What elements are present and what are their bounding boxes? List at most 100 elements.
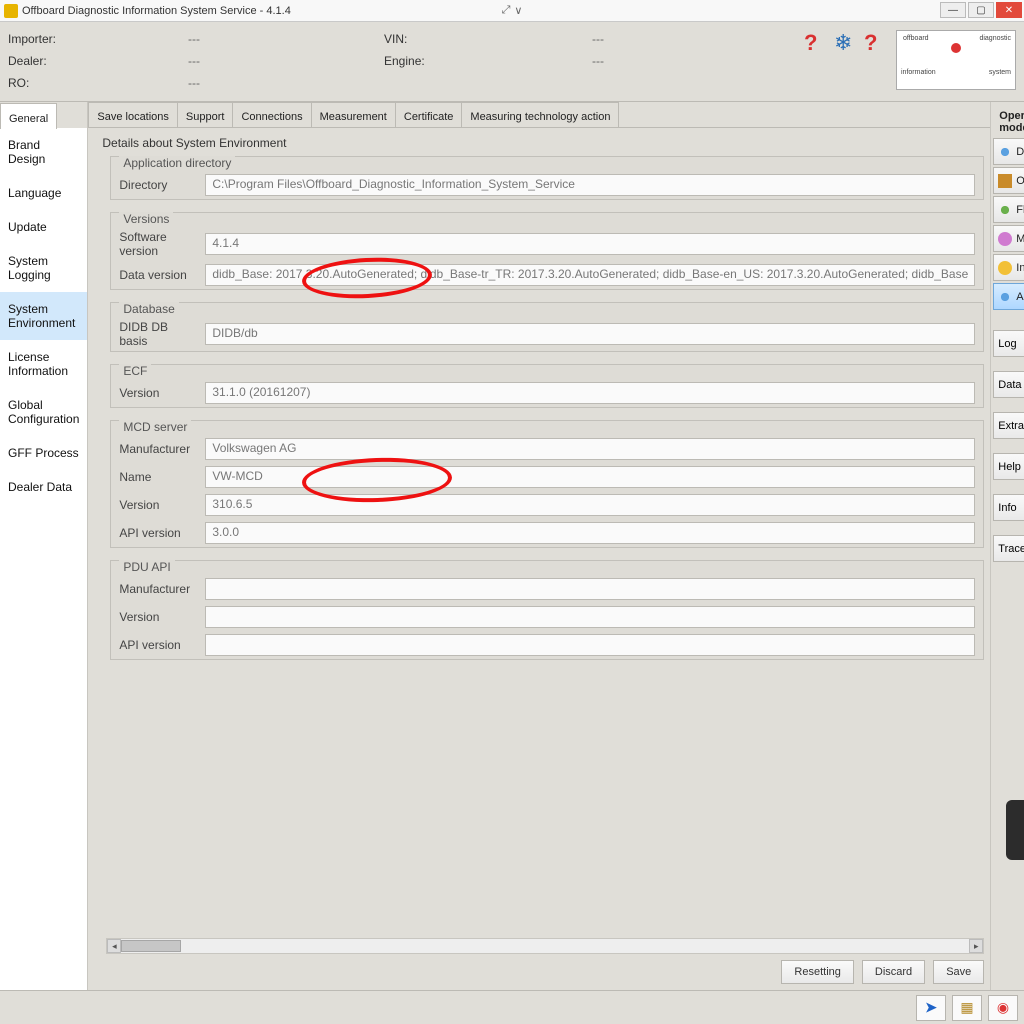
data-version-field: didb_Base: 2017.3.20.AutoGenerated; didb… <box>205 264 975 286</box>
dropdown-trace[interactable]: Trace <box>993 535 1024 562</box>
dropdown-info[interactable]: Info <box>993 494 1024 521</box>
mode-info[interactable]: Info <box>993 254 1024 281</box>
vin-label: VIN: <box>384 32 592 46</box>
sidebar-item-update[interactable]: Update <box>0 210 87 244</box>
importer-value: --- <box>188 32 384 46</box>
chevron-down-icon[interactable]: ∨ <box>514 4 522 17</box>
save-button[interactable]: Save <box>933 960 984 984</box>
operating-modes-title: Operating modes <box>999 110 1024 134</box>
sidebar-item-global-configuration[interactable]: Global Configuration <box>0 388 87 436</box>
sidebar-item-gff-process[interactable]: GFF Process <box>0 436 87 470</box>
dropdown-log[interactable]: Log <box>993 330 1024 357</box>
group-database: Database DIDB DB basis DIDB/db <box>110 302 984 352</box>
dropdown-trace-label: Trace <box>998 543 1024 555</box>
help-red-icon[interactable]: ? <box>804 30 826 52</box>
legend-mcd: MCD server <box>119 420 191 434</box>
scroll-left-icon[interactable]: ◂ <box>107 939 121 953</box>
didb-basis-label: DIDB DB basis <box>119 320 199 348</box>
stop-button[interactable]: ◉ <box>988 995 1018 1021</box>
engine-value: --- <box>592 54 796 68</box>
scroll-thumb[interactable] <box>121 940 181 952</box>
group-pdu-api: PDU API Manufacturer Version API version <box>110 560 984 660</box>
sidebar-item-dealer-data[interactable]: Dealer Data <box>0 470 87 504</box>
header: Importer: Dealer: RO: --- --- --- VIN: E… <box>0 22 1024 102</box>
pdu-api-label: API version <box>119 638 199 652</box>
sidebar-item-system-environment[interactable]: System Environment <box>0 292 87 340</box>
minimize-button[interactable]: — <box>940 2 966 18</box>
flash-icon <box>998 203 1012 217</box>
details-title: Details about System Environment <box>92 128 990 156</box>
obd-icon <box>998 174 1012 188</box>
expand-icon[interactable]: ⤢ <box>502 4 511 17</box>
tab-support[interactable]: Support <box>177 102 234 127</box>
software-version-field: 4.1.4 <box>205 233 975 255</box>
help-red2-icon[interactable]: ? <box>864 30 886 52</box>
directory-label: Directory <box>119 178 199 192</box>
dropdown-log-label: Log <box>998 338 1016 350</box>
mode-obd[interactable]: OBD <box>993 167 1024 194</box>
sidebar-item-license-information[interactable]: License Information <box>0 340 87 388</box>
mode-diagnosis[interactable]: Diagnosis <box>993 138 1024 165</box>
titlebar-center-controls: ⤢ ∨ <box>502 4 523 17</box>
mcd-api-label: API version <box>119 526 199 540</box>
mode-admin-label: Admin <box>1016 291 1024 303</box>
engine-label: Engine: <box>384 54 592 68</box>
legend-appdir: Application directory <box>119 156 235 170</box>
dropdown-help[interactable]: Help <box>993 453 1024 480</box>
sidebar-item-brand-design[interactable]: Brand Design <box>0 128 87 176</box>
group-mcd-server: MCD server Manufacturer Volkswagen AG Na… <box>110 420 984 548</box>
mcd-version-label: Version <box>119 498 199 512</box>
tab-save-locations[interactable]: Save locations <box>88 102 178 127</box>
mode-admin[interactable]: Admin <box>993 283 1024 310</box>
diagnosis-icon <box>998 145 1012 159</box>
dropdown-data[interactable]: Data <box>993 371 1024 398</box>
info-blue-icon[interactable]: ❄ <box>834 30 856 52</box>
tab-measuring-tech[interactable]: Measuring technology action <box>461 102 619 127</box>
dropdown-info-label: Info <box>998 502 1016 514</box>
grid-button[interactable]: ▦ <box>952 995 982 1021</box>
resetting-button[interactable]: Resetting <box>781 960 853 984</box>
dropdown-extras-label: Extras <box>998 420 1024 432</box>
admin-icon <box>998 290 1012 304</box>
dealer-value: --- <box>188 54 384 68</box>
brand-logo: information system offboard diagnostic <box>896 30 1016 90</box>
action-buttons: Resetting Discard Save <box>88 958 990 990</box>
bottom-toolbar: ➤ ▦ ◉ <box>0 990 1024 1024</box>
dropdown-help-label: Help <box>998 461 1021 473</box>
pdu-version-label: Version <box>119 610 199 624</box>
tab-general[interactable]: General <box>0 103 57 129</box>
tab-measurement[interactable]: Measurement <box>311 102 396 127</box>
forward-button[interactable]: ➤ <box>916 995 946 1021</box>
legend-pdu: PDU API <box>119 560 174 574</box>
legend-versions: Versions <box>119 212 173 226</box>
close-button[interactable]: ✕ <box>996 2 1022 18</box>
mode-flash[interactable]: Flash <box>993 196 1024 223</box>
maximize-button[interactable]: ▢ <box>968 2 994 18</box>
measurement-icon <box>998 232 1012 246</box>
pdu-version-field <box>205 606 975 628</box>
titlebar: Offboard Diagnostic Information System S… <box>0 0 1024 22</box>
pdu-manufacturer-label: Manufacturer <box>119 582 199 596</box>
scroll-right-icon[interactable]: ▸ <box>969 939 983 953</box>
sidebar: General Brand Design Language Update Sys… <box>0 102 88 990</box>
ro-value: --- <box>188 76 384 90</box>
didb-basis-field: DIDB/db <box>205 323 975 345</box>
mcd-name-field: VW-MCD <box>205 466 975 488</box>
mcd-manufacturer-field: Volkswagen AG <box>205 438 975 460</box>
tab-connections[interactable]: Connections <box>232 102 311 127</box>
mcd-version-field: 310.6.5 <box>205 494 975 516</box>
mcd-name-label: Name <box>119 470 199 484</box>
pdu-api-field <box>205 634 975 656</box>
sidebar-item-language[interactable]: Language <box>0 176 87 210</box>
discard-button[interactable]: Discard <box>862 960 925 984</box>
side-pull-tab[interactable] <box>1006 800 1024 860</box>
legend-database: Database <box>119 302 178 316</box>
sidebar-item-system-logging[interactable]: System Logging <box>0 244 87 292</box>
importer-label: Importer: <box>8 32 188 46</box>
dropdown-extras[interactable]: Extras <box>993 412 1024 439</box>
horizontal-scrollbar[interactable]: ◂ ▸ <box>106 938 984 954</box>
mode-measurement[interactable]: Measurement <box>993 225 1024 252</box>
tab-certificate[interactable]: Certificate <box>395 102 463 127</box>
tab-bar: Save locations Support Connections Measu… <box>88 102 990 128</box>
mode-obd-label: OBD <box>1016 175 1024 187</box>
